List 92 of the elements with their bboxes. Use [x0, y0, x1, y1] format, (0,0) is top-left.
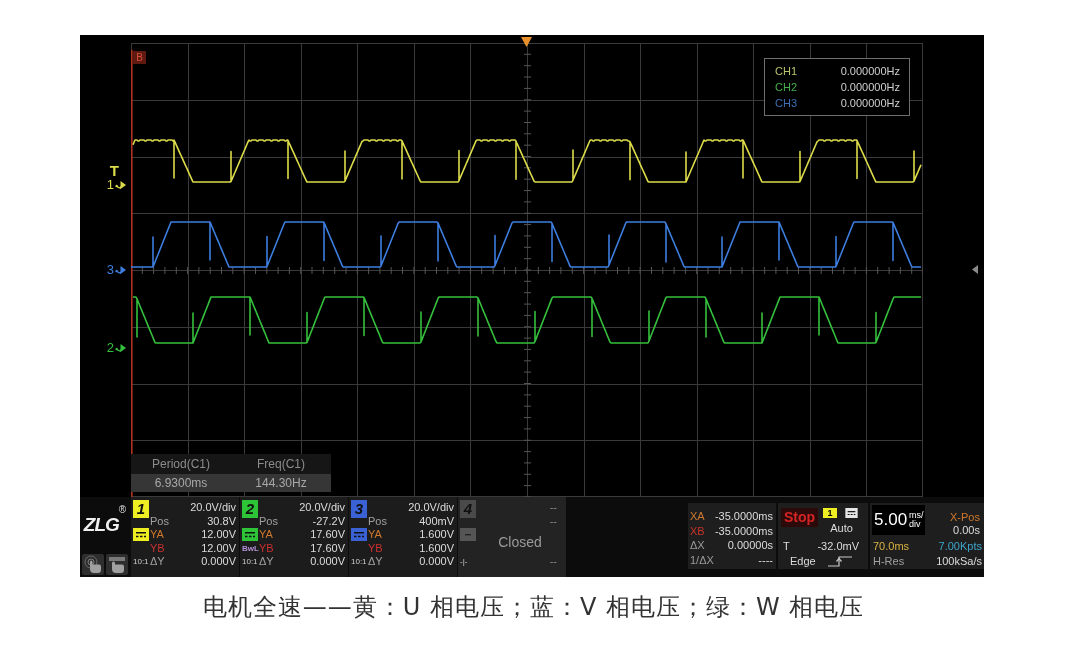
field-label: YB	[368, 541, 383, 555]
frequency-value: 0.000000Hz	[840, 64, 900, 79]
cursor-value: 17.60V	[310, 541, 345, 555]
timebase-unit: ms/	[909, 511, 924, 520]
position-value: 30.8V	[207, 514, 236, 528]
cursor-value: --	[549, 555, 557, 569]
memory-depth: 7.00Kpts	[938, 539, 982, 554]
cursor-value: ----	[758, 552, 773, 567]
field-label: Pos	[368, 514, 387, 528]
x-position-value: 0.00s	[953, 524, 980, 537]
probe-ratio: 10:1	[242, 556, 258, 568]
acquisition-mode: H-Res	[873, 554, 905, 569]
stop-button[interactable]: Stop	[781, 508, 818, 527]
cursor-label: B	[133, 51, 146, 64]
frequency-value: 0.000000Hz	[840, 80, 900, 95]
channel-name: CH3	[775, 96, 797, 111]
measurement-value: 6.9300ms	[131, 474, 231, 492]
timebase-unit: div	[909, 520, 922, 529]
cursor-value: 0.000V	[201, 555, 236, 569]
scale-value: 20.0V/div	[408, 501, 454, 515]
cursor-value: -35.0000ms	[714, 509, 773, 524]
cursor-value: 17.60V	[310, 528, 345, 542]
x-position-label: X-Pos	[950, 511, 980, 524]
field-label: YB	[259, 541, 274, 555]
sample-rate: 100kSa/s	[936, 554, 982, 569]
channel-status: Closed	[498, 533, 542, 550]
arrow-icon	[115, 265, 126, 275]
channel-button[interactable]: 1	[133, 500, 149, 518]
channel-button[interactable]: 3	[351, 500, 367, 518]
field-label: YB	[150, 541, 165, 555]
channel-button[interactable]: 4	[460, 500, 476, 518]
scale-value: 20.0V/div	[190, 501, 236, 515]
measurement-value: 144.30Hz	[231, 474, 331, 492]
trace-label: 3	[106, 263, 114, 277]
arrow-icon	[115, 180, 126, 190]
probe-ratio: 10:1	[351, 556, 367, 568]
triangle-marker-icon	[521, 37, 532, 47]
figure-caption: 电机全速——黄：U 相电压；蓝：V 相电压；绿：W 相电压	[202, 593, 865, 621]
logo: ZLG	[83, 514, 119, 536]
field-label: YA	[150, 528, 164, 542]
cursor-value: 0.000V	[419, 555, 454, 569]
probe-ratio: -|-	[460, 556, 468, 568]
scale-value: 20.0V/div	[299, 501, 345, 515]
channel-name: CH2	[775, 80, 797, 95]
scale-value: --	[549, 501, 557, 515]
trigger-type: Edge	[790, 554, 816, 569]
field-label: YA	[259, 528, 273, 542]
trace-label: 2	[106, 341, 114, 355]
trigger-level-value: -32.0mV	[817, 539, 859, 554]
source-badge: 1	[823, 508, 837, 518]
trigger-level-label: T	[783, 539, 790, 554]
cursor-label: XA	[690, 509, 705, 524]
triangle-marker-icon	[972, 265, 978, 274]
position-value: 400mV	[419, 514, 454, 528]
probe-ratio: 10:1	[133, 556, 149, 568]
timebase-value: 5.00	[874, 510, 908, 530]
cursor-label: ΔX	[690, 538, 705, 553]
field-label: ΔY	[259, 555, 274, 569]
measurement-label: Period(C1)	[131, 454, 231, 474]
registered-mark: ®	[118, 505, 127, 515]
cursor-value: 1.600V	[419, 541, 454, 555]
position-value: -27.2V	[312, 514, 345, 528]
field-label: YA	[368, 528, 382, 542]
trigger-mode: Auto	[830, 522, 853, 534]
cursor-label: 1/ΔX	[690, 552, 714, 567]
cursor-value: 0.000V	[310, 555, 345, 569]
cursor-value: 0.00000s	[727, 538, 773, 553]
field-label: Pos	[150, 514, 169, 528]
record-length: 70.0ms	[873, 539, 910, 554]
position-value: --	[549, 514, 557, 528]
arrow-icon	[115, 343, 126, 353]
field-label: ΔY	[368, 555, 383, 569]
field-label: Pos	[259, 514, 278, 528]
hand-icon[interactable]	[106, 554, 128, 575]
measurement-label: Freq(C1)	[231, 454, 331, 474]
cursor-value: 12.00V	[201, 541, 236, 555]
field-label: ΔY	[150, 555, 165, 569]
channel-name: CH1	[775, 64, 797, 79]
rising-edge-icon	[827, 556, 852, 567]
touch-icon[interactable]	[82, 554, 104, 575]
cursor-label: XB	[690, 523, 705, 538]
dc-coupling-icon[interactable]	[242, 528, 258, 542]
cursor-value: 12.00V	[201, 528, 236, 542]
frequency-value: 0.000000Hz	[840, 96, 900, 111]
cursor-value: -35.0000ms	[714, 523, 773, 538]
trigger-level-marker: T	[109, 163, 119, 178]
dc-coupling-icon[interactable]	[843, 508, 860, 518]
bandwidth-limit-label: BwL	[242, 542, 259, 555]
cursor-value: 1.600V	[419, 528, 454, 542]
channel-button[interactable]: 2	[242, 500, 258, 518]
dc-coupling-icon[interactable]	[133, 528, 149, 542]
trace-label: 1	[106, 178, 114, 192]
